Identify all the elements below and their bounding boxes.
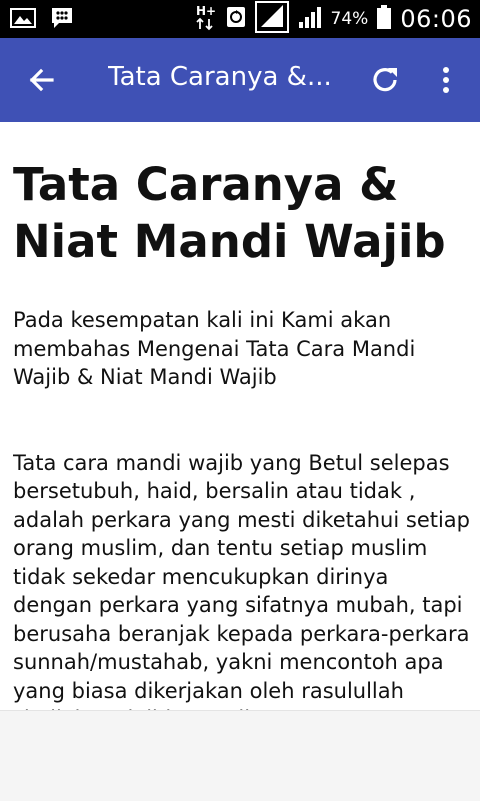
more-vert-icon [443,67,449,93]
battery-percent: 74% [330,9,369,29]
refresh-button[interactable] [366,60,406,100]
more-options-button[interactable] [430,60,462,100]
refresh-icon [373,68,397,92]
sync-icon [225,4,247,34]
status-bar-notifications [10,6,74,34]
article-paragraph-intro: Pada kesempatan kali ini Kami akan memba… [13,308,416,389]
network-type-icon: H+ [195,3,217,35]
battery-icon [376,4,392,34]
article-paragraph-body: Tata cara mandi wajib yang Betul selepas… [13,450,471,711]
bottom-panel [0,710,480,801]
app-bar-title: Tata Caranya &... [108,62,332,92]
signal-2-icon [297,4,323,34]
clock: 06:06 [400,5,472,33]
back-button[interactable] [22,60,62,100]
app-bar: Tata Caranya &... [0,38,480,122]
image-icon [10,7,36,33]
article-title: Tata Caranya & Niat Mandi Wajib [13,158,446,268]
arrow-back-icon [29,68,54,92]
signal-icon [254,1,289,37]
article-content[interactable]: Tata Caranya & Niat Mandi Wajib Pada kes… [13,122,471,710]
status-bar-system: H+ 74% 06:06 [195,0,472,38]
status-bar: H+ 74% 06:06 [0,0,480,38]
messenger-icon [50,6,74,34]
svg-text:H+: H+ [196,4,216,18]
